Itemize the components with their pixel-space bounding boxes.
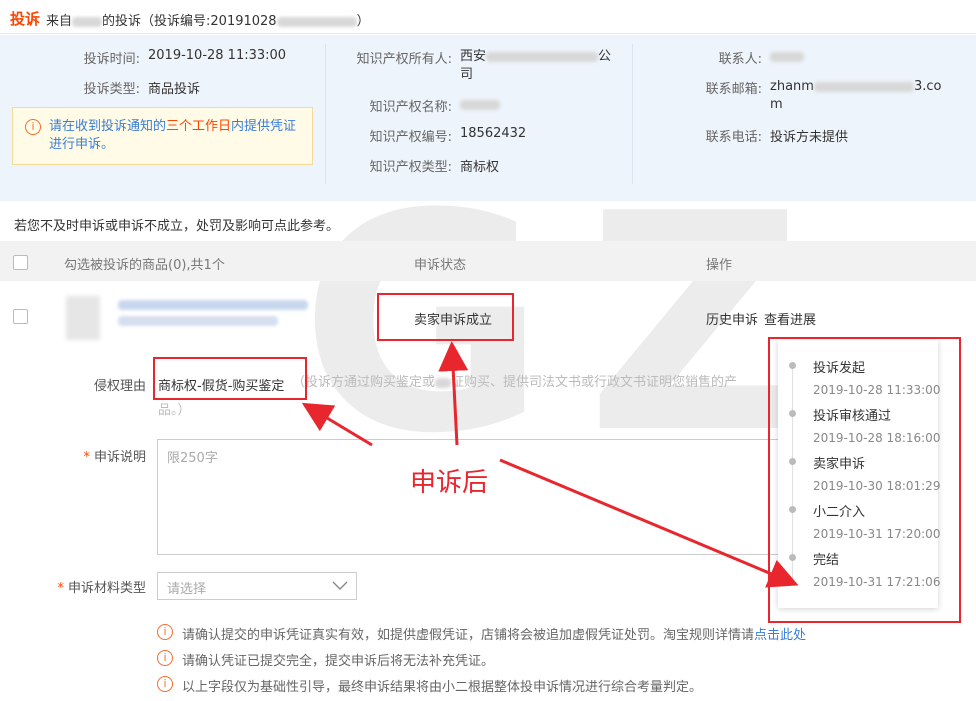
arrow-to-status	[438, 341, 469, 446]
arrow-to-timeline	[499, 458, 799, 588]
annotation-arrows	[301, 341, 799, 588]
arrow-to-reason	[301, 402, 373, 447]
